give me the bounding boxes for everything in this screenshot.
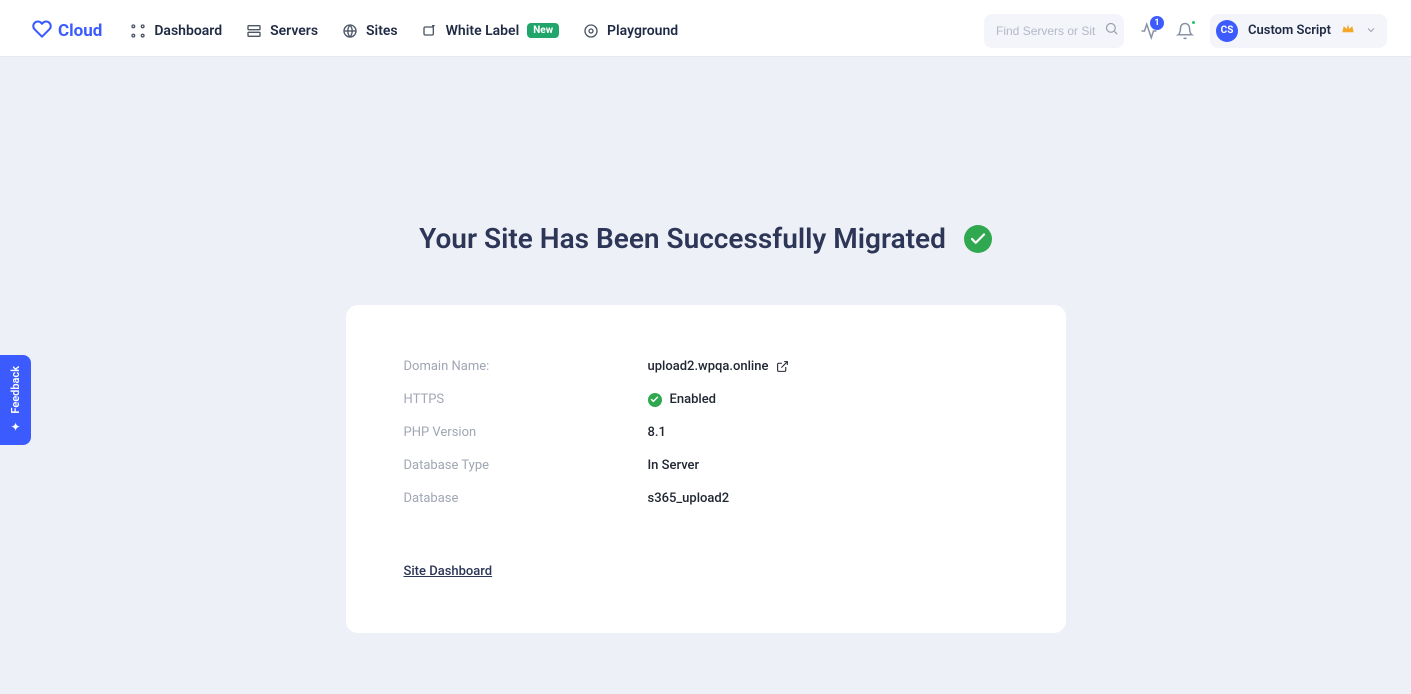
row-domain: Domain Name: upload2.wpqa.online	[404, 359, 1008, 374]
nav-dashboard[interactable]: Dashboard	[130, 23, 222, 39]
main-nav: Dashboard Servers Sites White Label New	[130, 23, 678, 39]
nav-playground-label: Playground	[607, 23, 678, 39]
https-text: Enabled	[670, 392, 717, 407]
header: Cloud Dashboard Servers Sites	[0, 5, 1411, 57]
dbtype-value: In Server	[648, 458, 700, 473]
crown-icon	[1341, 21, 1355, 40]
notifications-button[interactable]	[1174, 20, 1196, 42]
user-name: Custom Script	[1248, 23, 1331, 38]
nav-servers-label: Servers	[270, 23, 318, 39]
open-domain-link[interactable]	[776, 360, 789, 373]
feedback-label: Feedback	[9, 366, 22, 414]
db-label: Database	[404, 491, 648, 506]
row-dbtype: Database Type In Server	[404, 458, 1008, 473]
row-php: PHP Version 8.1	[404, 425, 1008, 440]
logo[interactable]: Cloud	[32, 19, 102, 43]
php-label: PHP Version	[404, 425, 648, 440]
title-row: Your Site Has Been Successfully Migrated	[0, 222, 1411, 255]
search-input[interactable]	[996, 24, 1096, 38]
feedback-tab[interactable]: Feedback ✦	[0, 355, 31, 445]
details-card: Domain Name: upload2.wpqa.online HTTPS E…	[346, 305, 1066, 633]
site-dashboard-link[interactable]: Site Dashboard	[404, 564, 493, 579]
search-icon	[1104, 21, 1119, 40]
activity-badge: 1	[1150, 16, 1164, 30]
page-title: Your Site Has Been Successfully Migrated	[419, 222, 946, 255]
https-value: Enabled	[648, 392, 717, 407]
whitelabel-icon	[422, 23, 438, 39]
logo-icon	[32, 19, 52, 43]
header-left: Cloud Dashboard Servers Sites	[32, 19, 678, 43]
search-box[interactable]	[984, 14, 1124, 48]
user-menu[interactable]: CS Custom Script	[1210, 14, 1387, 48]
nav-dashboard-label: Dashboard	[154, 23, 222, 39]
logo-text: Cloud	[58, 21, 102, 41]
domain-value: upload2.wpqa.online	[648, 359, 790, 374]
dbtype-label: Database Type	[404, 458, 648, 473]
sparkle-icon: ✦	[10, 420, 20, 434]
nav-sites[interactable]: Sites	[342, 23, 398, 39]
nav-whitelabel-label: White Label	[446, 23, 520, 39]
domain-text: upload2.wpqa.online	[648, 359, 769, 374]
nav-servers[interactable]: Servers	[246, 23, 318, 39]
db-value: s365_upload2	[648, 491, 730, 506]
dashboard-icon	[130, 23, 146, 39]
row-db: Database s365_upload2	[404, 491, 1008, 506]
nav-sites-label: Sites	[366, 23, 398, 39]
https-check-icon	[648, 393, 662, 407]
php-value: 8.1	[648, 425, 666, 440]
domain-label: Domain Name:	[404, 359, 648, 374]
new-badge: New	[527, 23, 559, 38]
nav-whitelabel[interactable]: White Label New	[422, 23, 559, 39]
row-https: HTTPS Enabled	[404, 392, 1008, 407]
sites-icon	[342, 23, 358, 39]
notification-dot	[1190, 19, 1197, 26]
success-check-icon	[964, 225, 992, 253]
chevron-down-icon	[1365, 21, 1377, 40]
https-label: HTTPS	[404, 392, 648, 407]
activity-button[interactable]: 1	[1138, 20, 1160, 42]
playground-icon	[583, 23, 599, 39]
servers-icon	[246, 23, 262, 39]
avatar: CS	[1216, 20, 1238, 42]
nav-playground[interactable]: Playground	[583, 23, 678, 39]
main-content: Your Site Has Been Successfully Migrated…	[0, 57, 1411, 633]
header-right: 1 CS Custom Script	[984, 14, 1387, 48]
